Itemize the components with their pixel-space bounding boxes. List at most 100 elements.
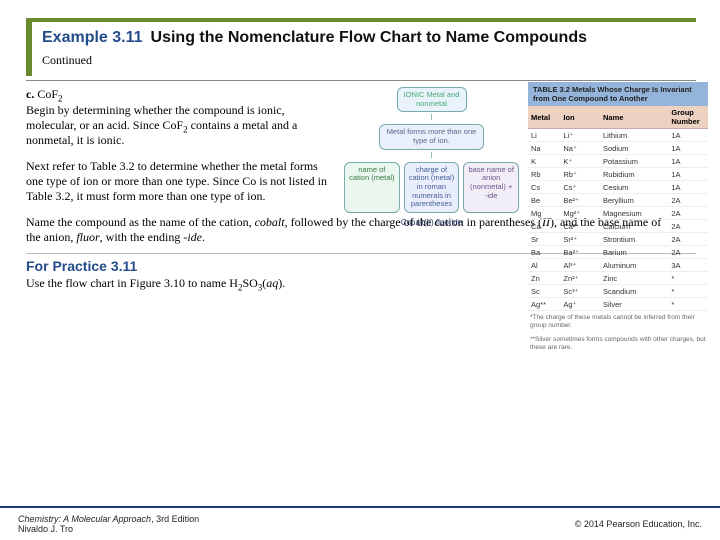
table-cell: Al <box>528 259 560 272</box>
table-cell: Ca²⁺ <box>560 220 600 233</box>
flowchart: IONIC Metal and nonmetal Metal forms mor… <box>344 87 519 227</box>
example-title: Using the Nomenclature Flow Chart to Nam… <box>151 28 587 47</box>
table-title: TABLE 3.2 Metals Whose Charge Is Invaria… <box>528 82 708 106</box>
table-row: KK⁺Potassium1A <box>528 155 708 168</box>
table-cell: Mg²⁺ <box>560 207 600 220</box>
table-cell: Strontium <box>600 233 668 246</box>
table-cell: Silver <box>600 298 668 311</box>
table-row: SrSr²⁺Strontium2A <box>528 233 708 246</box>
table-cell: Zinc <box>600 272 668 285</box>
table-cell: Ba²⁺ <box>560 246 600 259</box>
table-cell: Li⁺ <box>560 129 600 142</box>
table-cell: 2A <box>668 207 708 220</box>
table-cell: Mg <box>528 207 560 220</box>
metals-table: TABLE 3.2 Metals Whose Charge Is Invaria… <box>528 82 708 354</box>
table-cell: Rb⁺ <box>560 168 600 181</box>
footer: Chemistry: A Molecular Approach, 3rd Edi… <box>0 506 720 540</box>
table-cell: K⁺ <box>560 155 600 168</box>
table-cell: Be²⁺ <box>560 194 600 207</box>
table-cell: Potassium <box>600 155 668 168</box>
table-row: RbRb⁺Rubidium1A <box>528 168 708 181</box>
table-row: BaBa²⁺Barium2A <box>528 246 708 259</box>
table-row: CaCa²⁺Calcium2A <box>528 220 708 233</box>
flow-node-ionic: IONIC Metal and nonmetal <box>397 87 467 112</box>
divider <box>26 80 696 81</box>
table-cell: 2A <box>668 194 708 207</box>
table-cell: Sc <box>528 285 560 298</box>
table-cell: Barium <box>600 246 668 259</box>
table-cell: Rubidium <box>600 168 668 181</box>
flow-node-multi-ion: Metal forms more than one type of ion. <box>379 124 484 149</box>
table-cell: 1A <box>668 129 708 142</box>
table-footnote-1: *The charge of these metals cannot be in… <box>528 311 708 333</box>
flow-result: Cobalt(II) fluoride <box>344 218 519 227</box>
table-row: ScSc³⁺Scandium* <box>528 285 708 298</box>
table-cell: Calcium <box>600 220 668 233</box>
table-row: BeBe²⁺Beryllium2A <box>528 194 708 207</box>
table-cell: 1A <box>668 155 708 168</box>
edition: , 3rd Edition <box>151 514 199 524</box>
footer-left: Chemistry: A Molecular Approach, 3rd Edi… <box>18 514 199 534</box>
body: c. CoF2 Begin by determining whether the… <box>26 87 696 387</box>
table-cell: Aluminum <box>600 259 668 272</box>
table: Metal Ion Name Group Number LiLi⁺Lithium… <box>528 106 708 311</box>
header-band: Example 3.11 Using the Nomenclature Flow… <box>26 18 696 76</box>
table-cell: Zn²⁺ <box>560 272 600 285</box>
book-title: Chemistry: A Molecular Approach <box>18 514 151 524</box>
table-cell: K <box>528 155 560 168</box>
table-cell: * <box>668 298 708 311</box>
th-group: Group Number <box>668 106 708 129</box>
table-cell: 3A <box>668 259 708 272</box>
headline: Example 3.11 Using the Nomenclature Flow… <box>42 28 696 47</box>
table-cell: 2A <box>668 220 708 233</box>
flow-connector <box>431 152 432 158</box>
table-cell: * <box>668 285 708 298</box>
flow-row: name of cation (metal) charge of cation … <box>344 162 519 213</box>
table-cell: 1A <box>668 181 708 194</box>
copyright: © 2014 Pearson Education, Inc. <box>575 519 702 529</box>
table-footnote-2: **Silver sometimes forms compounds with … <box>528 333 708 355</box>
th-metal: Metal <box>528 106 560 129</box>
flow-connector <box>431 114 432 120</box>
continued-label: Continued <box>42 53 696 68</box>
author: Nivaldo J. Tro <box>18 524 73 534</box>
table-cell: Be <box>528 194 560 207</box>
table-cell: Na <box>528 142 560 155</box>
para-c-2: Next refer to Table 3.2 to determine whe… <box>26 159 336 205</box>
formula-prefix: Co <box>37 87 51 101</box>
table-cell: Lithium <box>600 129 668 142</box>
text-column: c. CoF2 Begin by determining whether the… <box>26 87 336 205</box>
table-cell: 1A <box>668 168 708 181</box>
th-name: Name <box>600 106 668 129</box>
table-cell: Sodium <box>600 142 668 155</box>
table-row: Ag**Ag⁺Silver* <box>528 298 708 311</box>
table-cell: Ag** <box>528 298 560 311</box>
table-row: LiLi⁺Lithium1A <box>528 129 708 142</box>
table-cell: Sr <box>528 233 560 246</box>
table-header-row: Metal Ion Name Group Number <box>528 106 708 129</box>
table-row: AlAl³⁺Aluminum3A <box>528 259 708 272</box>
table-cell: Scandium <box>600 285 668 298</box>
table-cell: * <box>668 272 708 285</box>
table-cell: Beryllium <box>600 194 668 207</box>
table-cell: Sc³⁺ <box>560 285 600 298</box>
para-c-1: c. CoF2 Begin by determining whether the… <box>26 87 336 148</box>
table-cell: Ca <box>528 220 560 233</box>
th-ion: Ion <box>560 106 600 129</box>
table-cell: Sr²⁺ <box>560 233 600 246</box>
table-cell: 1A <box>668 142 708 155</box>
slide: Example 3.11 Using the Nomenclature Flow… <box>0 0 720 387</box>
table-cell: Cs <box>528 181 560 194</box>
table-row: MgMg²⁺Magnesium2A <box>528 207 708 220</box>
table-row: NaNa⁺Sodium1A <box>528 142 708 155</box>
table-cell: Ag⁺ <box>560 298 600 311</box>
table-cell: Ba <box>528 246 560 259</box>
table-cell: 2A <box>668 233 708 246</box>
flow-node-anion: base name of anion (nonmetal) + -ide <box>463 162 519 213</box>
example-number: Example 3.11 <box>42 29 143 47</box>
table-cell: Magnesium <box>600 207 668 220</box>
table-row: CsCs⁺Cesium1A <box>528 181 708 194</box>
part-label: c. <box>26 87 34 101</box>
table-cell: Zn <box>528 272 560 285</box>
table-cell: Na⁺ <box>560 142 600 155</box>
